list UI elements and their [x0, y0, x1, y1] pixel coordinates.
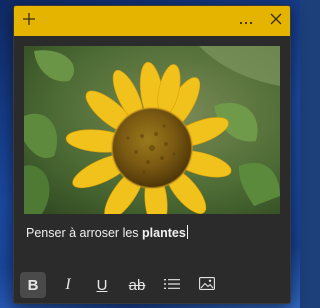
note-titlebar[interactable] — [14, 6, 290, 36]
bold-button[interactable]: B — [20, 272, 46, 298]
ellipsis-icon — [239, 12, 253, 30]
image-icon — [199, 276, 215, 294]
strikethrough-button[interactable]: ab — [124, 272, 150, 298]
close-note-button[interactable] — [261, 6, 290, 36]
formatting-toolbar: B I U ab — [14, 267, 290, 303]
note-text-regular: Penser à arroser les — [26, 226, 143, 240]
italic-button[interactable]: I — [55, 272, 81, 298]
new-note-button[interactable] — [14, 6, 44, 36]
text-caret — [186, 225, 188, 239]
more-options-button[interactable] — [231, 6, 261, 36]
sticky-note-window: Penser à arroser les plantes B I U ab — [13, 5, 291, 304]
note-content[interactable]: Penser à arroser les plantes — [26, 222, 278, 244]
insert-image-button[interactable] — [194, 272, 220, 298]
bullet-list-icon — [164, 277, 180, 294]
bullet-list-button[interactable] — [159, 272, 185, 298]
plus-icon — [22, 12, 36, 31]
close-icon — [270, 12, 282, 30]
sunflower-photo[interactable] — [24, 46, 280, 214]
note-text-bold: plantes — [142, 226, 186, 240]
underline-button[interactable]: U — [89, 272, 115, 298]
